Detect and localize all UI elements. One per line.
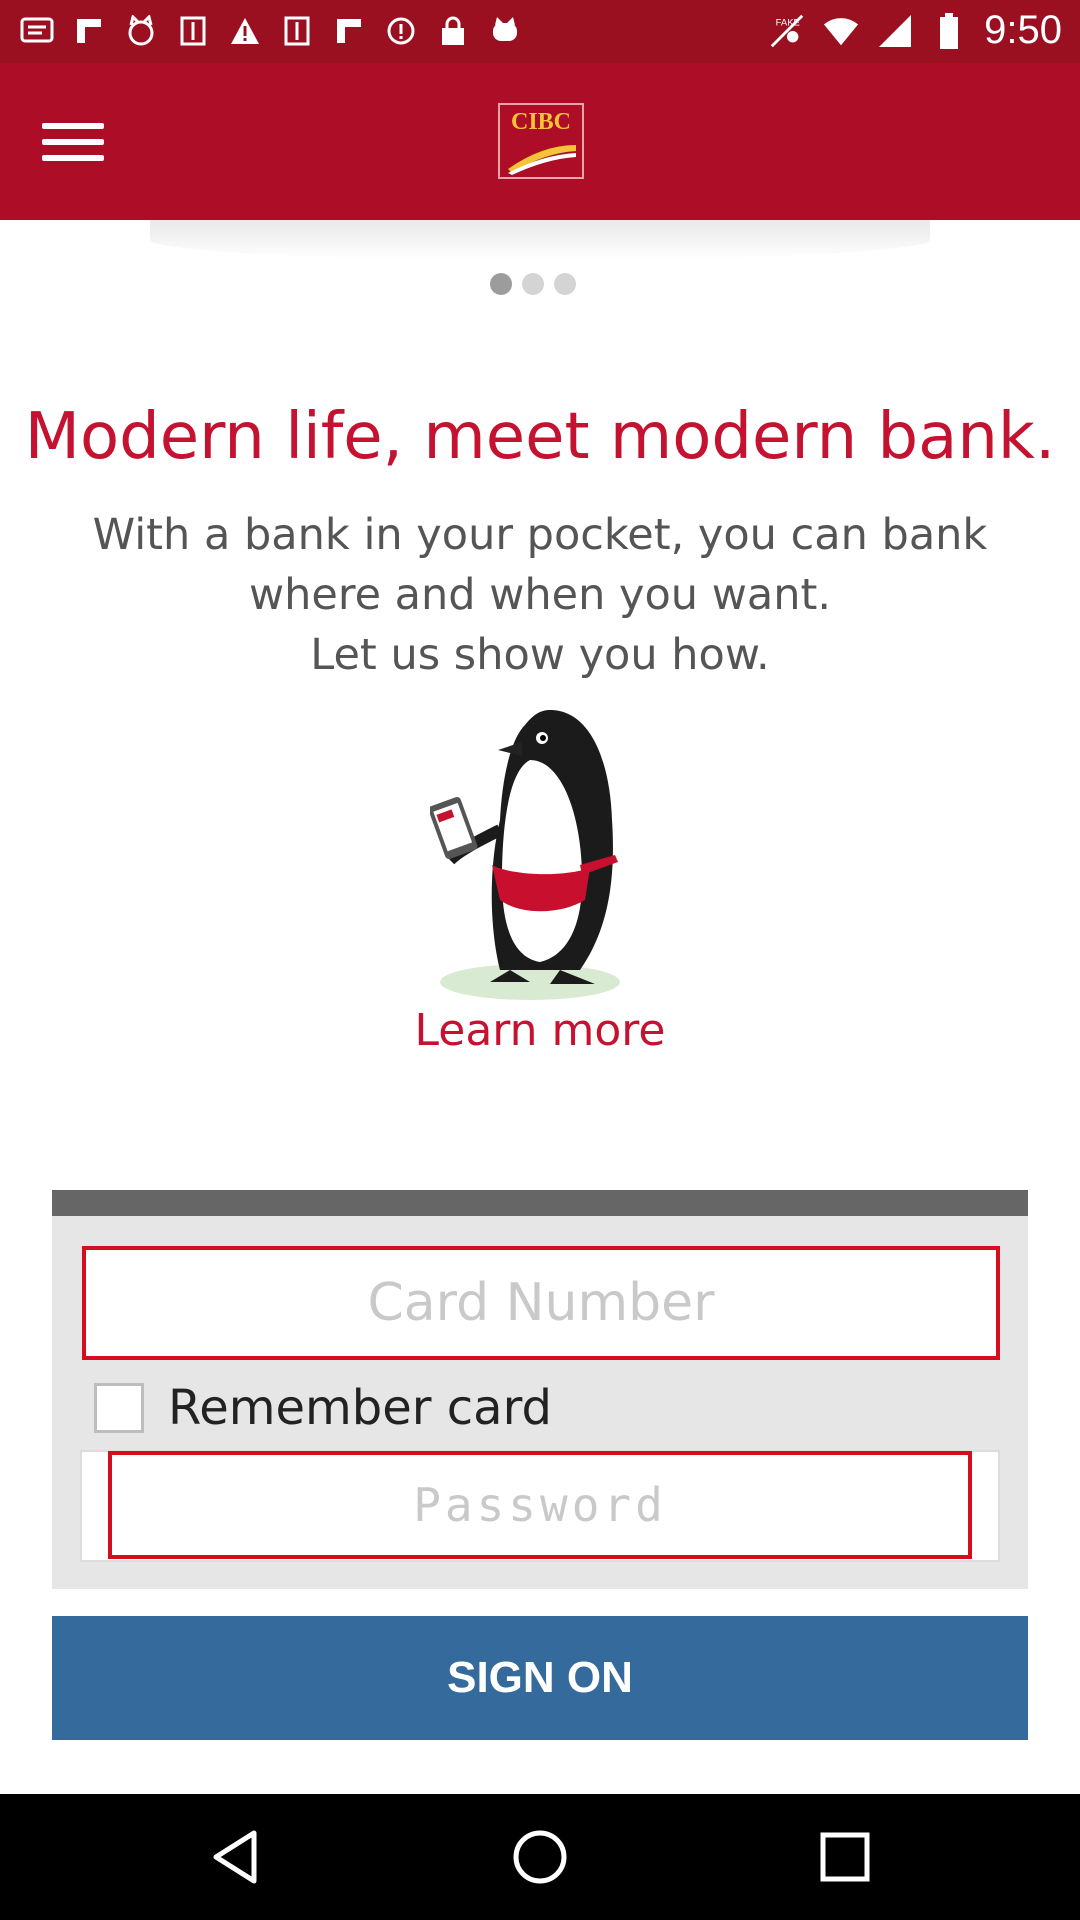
card-number-input[interactable] bbox=[82, 1246, 1000, 1360]
notification-icons bbox=[18, 12, 524, 50]
clock: 9:50 bbox=[984, 8, 1062, 52]
battery-icon bbox=[930, 12, 968, 50]
back-icon[interactable] bbox=[200, 1822, 270, 1892]
menu-icon[interactable] bbox=[30, 108, 116, 176]
cibc-logo: CIBC bbox=[498, 103, 584, 179]
recents-icon[interactable] bbox=[810, 1822, 880, 1892]
fake-gps-icon: FAKE bbox=[768, 12, 806, 50]
password-input[interactable] bbox=[108, 1451, 972, 1559]
lock-icon bbox=[434, 12, 472, 50]
info-icon bbox=[382, 12, 420, 50]
page-dot-3[interactable] bbox=[554, 273, 576, 295]
app-bar: CIBC bbox=[0, 63, 1080, 220]
remember-card-row[interactable]: Remember card bbox=[94, 1380, 552, 1436]
login-panel-header bbox=[52, 1190, 1028, 1216]
app-icon bbox=[174, 12, 212, 50]
headline: Modern life, meet modern bank. bbox=[24, 400, 1056, 474]
page-indicator bbox=[490, 273, 576, 295]
flipboard-icon bbox=[70, 12, 108, 50]
status-bar: FAKE 9:50 bbox=[0, 0, 1080, 63]
warning-icon bbox=[226, 12, 264, 50]
navigation-bar bbox=[0, 1794, 1080, 1920]
penguin-mascot-image bbox=[430, 710, 620, 1000]
remember-card-label: Remember card bbox=[168, 1380, 552, 1436]
system-icons: FAKE 9:50 bbox=[768, 8, 1062, 53]
signal-icon bbox=[876, 12, 914, 50]
cat-icon bbox=[122, 12, 160, 50]
svg-text:FAKE: FAKE bbox=[776, 17, 800, 28]
subtext: With a bank in your pocket, you can bank… bbox=[60, 505, 1020, 685]
page-dot-2[interactable] bbox=[522, 273, 544, 295]
learn-more-link[interactable]: Learn more bbox=[0, 1005, 1080, 1056]
message-icon bbox=[18, 12, 56, 50]
app2-icon bbox=[278, 12, 316, 50]
subtext-line-2: where and when you want. bbox=[248, 570, 832, 620]
subtext-line-3: Let us show you how. bbox=[310, 630, 770, 680]
remember-card-checkbox[interactable] bbox=[94, 1383, 144, 1433]
subtext-line-1: With a bank in your pocket, you can bank bbox=[92, 510, 988, 560]
cat2-icon bbox=[486, 12, 524, 50]
logo-text: CIBC bbox=[510, 109, 571, 135]
page-dot-1[interactable] bbox=[490, 273, 512, 295]
header-shadow bbox=[150, 220, 930, 260]
flipboard2-icon bbox=[330, 12, 368, 50]
sign-on-button[interactable]: SIGN ON bbox=[52, 1616, 1028, 1740]
wifi-icon bbox=[822, 12, 860, 50]
home-icon[interactable] bbox=[505, 1822, 575, 1892]
logo-swoosh bbox=[508, 145, 576, 175]
